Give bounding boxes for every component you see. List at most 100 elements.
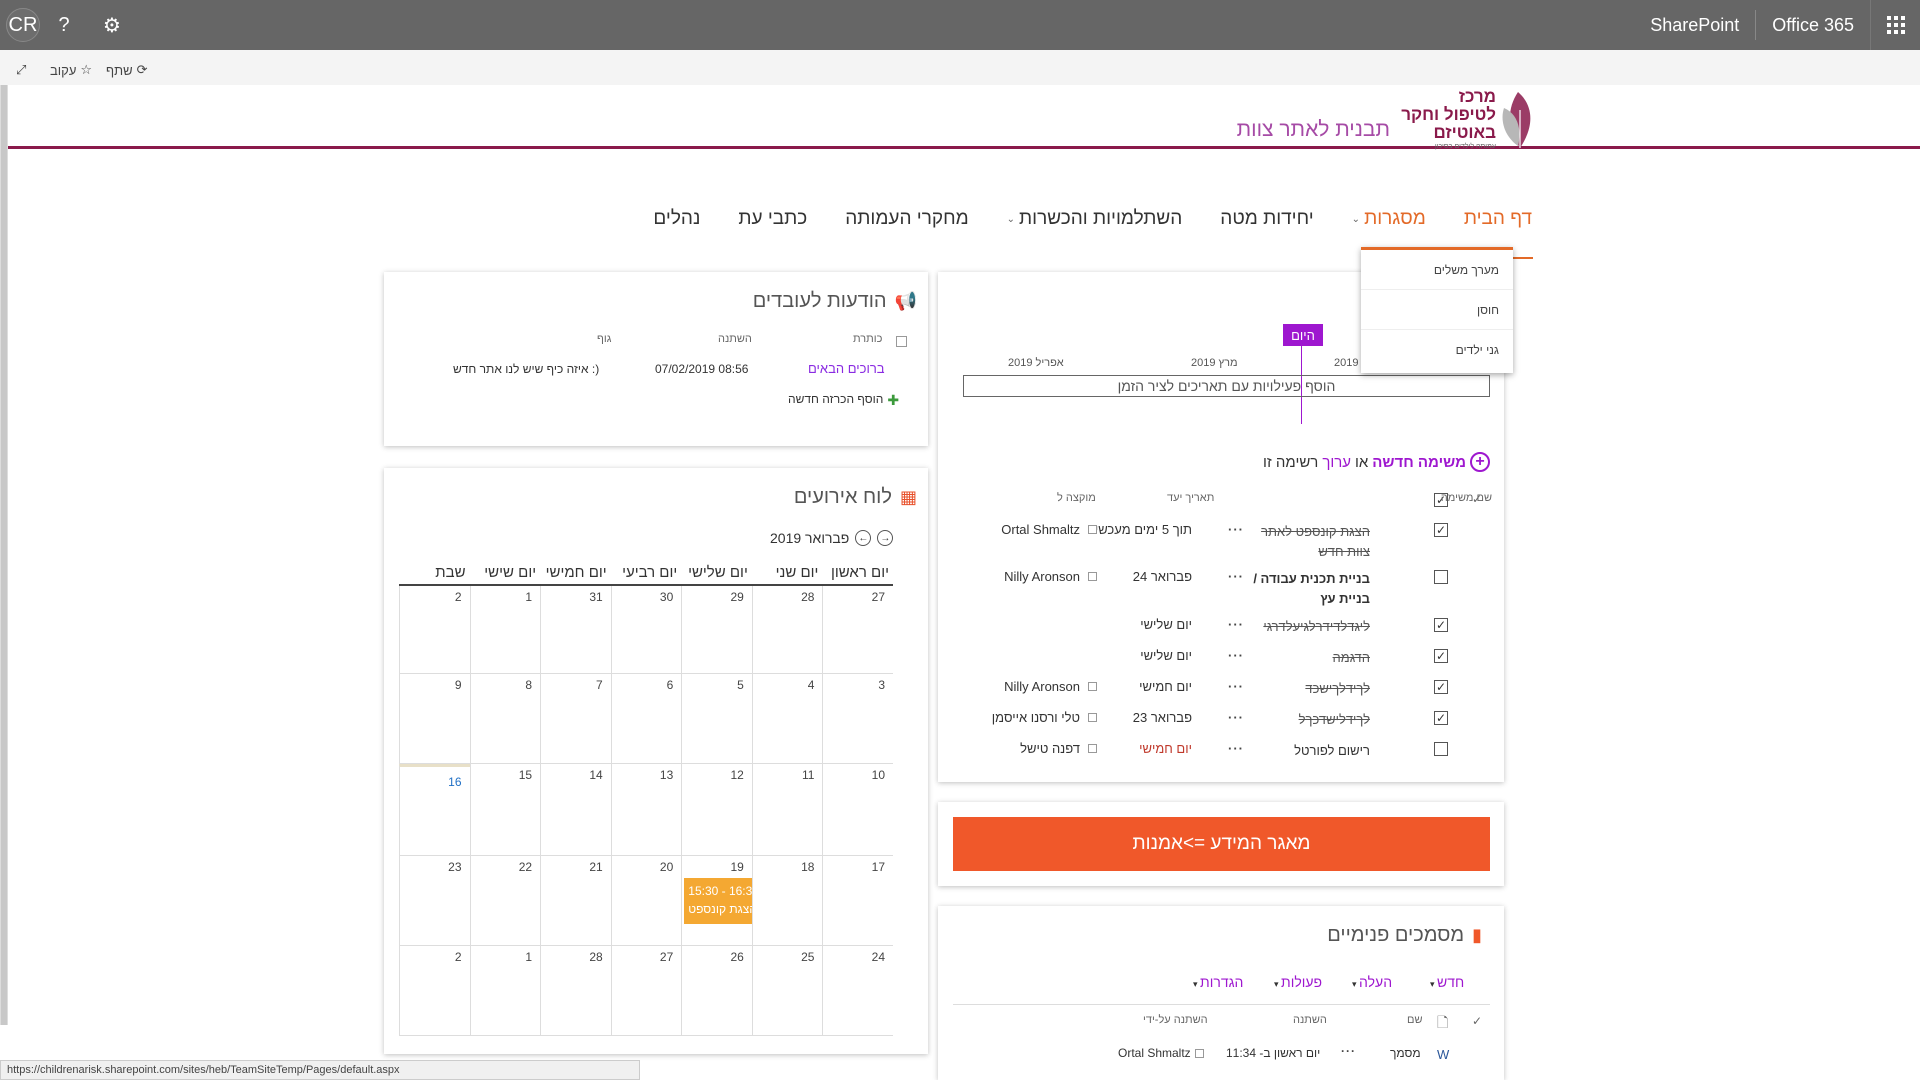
docs-select-all-icon[interactable]: ✓	[1472, 1014, 1482, 1028]
task-name[interactable]: ליגדלדידרלגיעלדרגי	[1250, 617, 1370, 637]
site-title[interactable]: תבנית לאתר צוות	[1190, 118, 1390, 142]
help-icon[interactable]: ?	[40, 0, 88, 50]
announcements-title[interactable]: 📢 הודעות לעובדים	[753, 290, 917, 313]
task-checkbox[interactable]: ✓	[1434, 680, 1448, 694]
task-assigned[interactable]: Nilly Aronson	[1004, 569, 1080, 584]
share-button[interactable]: שתף ⟳	[106, 62, 147, 78]
office365-link[interactable]: Office 365	[1756, 0, 1870, 50]
calendar-day-cell[interactable]: 6	[610, 674, 682, 764]
doc-name[interactable]: מסמך	[1390, 1046, 1421, 1060]
dropdown-item-resilience[interactable]: חוסן	[1361, 290, 1513, 330]
task-more-icon[interactable]: ···	[1228, 741, 1244, 756]
task-assigned[interactable]: Ortal Shmaltz	[1001, 522, 1080, 537]
nav-procedures[interactable]: נהלים	[653, 204, 700, 234]
calendar-day-cell[interactable]: 14	[540, 764, 611, 856]
calendar-day-cell[interactable]: 28	[751, 586, 823, 674]
task-checkbox[interactable]: ✓	[1434, 711, 1448, 725]
docs-header-modified-by[interactable]: השתנה על-ידי	[1143, 1014, 1208, 1026]
docs-header-modified[interactable]: השתנה	[1293, 1014, 1327, 1026]
nav-frameworks[interactable]: ⌄ מסגרות	[1352, 204, 1426, 234]
nav-hq-units[interactable]: יחידות מטה	[1220, 204, 1313, 234]
task-name[interactable]: הדגמה	[1250, 648, 1370, 668]
calendar-day-cell[interactable]: 31	[540, 586, 611, 674]
ann-header-modified[interactable]: השתנה	[718, 333, 752, 345]
page-scrollbar[interactable]	[0, 85, 8, 1025]
task-name[interactable]: רישום לפורטל	[1250, 741, 1370, 761]
task-assigned[interactable]: Nilly Aronson	[1004, 679, 1080, 694]
calendar-day-cell[interactable]: 2	[398, 946, 470, 1036]
dropdown-item-kindergartens[interactable]: גני ילדים	[1361, 330, 1513, 370]
sharepoint-link[interactable]: SharePoint	[1634, 0, 1755, 50]
gear-icon[interactable]: ⚙	[88, 0, 136, 50]
calendar-day-cell[interactable]: 22	[469, 856, 541, 946]
calendar-day-cell[interactable]: 30	[610, 586, 682, 674]
task-checkbox[interactable]	[1434, 570, 1448, 584]
task-assigned[interactable]: טלי ורסנו אייסמן	[992, 710, 1080, 725]
calendar-day-cell[interactable]: 20	[610, 856, 682, 946]
ann-select-all-checkbox[interactable]	[896, 336, 907, 347]
art-database-button[interactable]: מאגר המידע =>אמנות	[953, 817, 1490, 871]
timeline-placeholder[interactable]: הוסף פעילויות עם תאריכים לציר הזמן	[963, 375, 1490, 397]
follow-button[interactable]: עקוב ☆	[50, 62, 92, 78]
calendar-day-cell[interactable]: 29	[681, 586, 752, 674]
nav-journals[interactable]: כתבי עת	[738, 204, 807, 234]
task-checkbox[interactable]	[1434, 742, 1448, 756]
calendar-day-cell[interactable]: 24	[822, 946, 893, 1036]
calendar-day-cell[interactable]: 13	[610, 764, 682, 856]
calendar-day-cell[interactable]: 25	[751, 946, 823, 1036]
nav-training[interactable]: ⌄ השתלמויות והכשרות	[1007, 204, 1183, 234]
add-announcement-link[interactable]: ✚ הוסף הכרזה חדשה	[788, 392, 899, 409]
prev-month-icon[interactable]: ←	[855, 530, 872, 546]
nav-research[interactable]: מחקרי העמותה	[845, 204, 968, 234]
calendar-day-cell[interactable]: 12	[681, 764, 752, 856]
calendar-day-cell[interactable]: 11	[751, 764, 823, 856]
add-circle-icon[interactable]: +	[1470, 452, 1490, 472]
task-name[interactable]: הצגת קונספט לאתר צוות חדש	[1250, 522, 1370, 562]
calendar-day-cell[interactable]: 5	[681, 674, 752, 764]
task-name[interactable]: בניית תכנית עבודה / בניית עץ	[1250, 569, 1370, 609]
new-task-link[interactable]: משימה חדשה	[1372, 454, 1466, 471]
docs-header-name[interactable]: שם	[1407, 1014, 1423, 1026]
calendar-day-cell[interactable]: 3	[822, 674, 893, 764]
calendar-day-cell[interactable]: 4	[751, 674, 823, 764]
site-logo[interactable]: מרכז לטיפול וחקר באוטיזם עמותה לילדים בס…	[1398, 88, 1538, 154]
task-name[interactable]: לךידלךישכד	[1250, 679, 1370, 699]
calendar-day-cell[interactable]: 1	[469, 586, 541, 674]
ann-header-body[interactable]: גוף	[597, 333, 611, 345]
doc-modified-by[interactable]: Ortal Shmaltz	[1118, 1046, 1208, 1060]
doc-more-icon[interactable]: ···	[1341, 1044, 1356, 1058]
calendar-title[interactable]: ▦ לוח אירועים	[794, 486, 917, 509]
calendar-day-cell[interactable]: 23	[398, 856, 470, 946]
task-more-icon[interactable]: ···	[1228, 522, 1244, 537]
task-assigned[interactable]: דפנה טישל	[1020, 741, 1080, 756]
task-checkbox[interactable]: ✓	[1434, 618, 1448, 632]
calendar-day-cell[interactable]: 19 15:30 - 16:30 הצגת קונספט	[681, 856, 753, 946]
docs-title[interactable]: ▮ מסמכים פנימיים	[1327, 924, 1482, 947]
calendar-day-cell[interactable]: 17	[822, 856, 893, 946]
avatar[interactable]: CR	[6, 8, 40, 42]
docs-upload-button[interactable]: ▾ העלה	[1352, 974, 1392, 990]
focus-icon[interactable]: ⤢	[16, 62, 26, 78]
task-checkbox[interactable]: ✓	[1434, 649, 1448, 663]
dropdown-item-complementary[interactable]: מערך משלים	[1361, 250, 1513, 290]
header-due-date[interactable]: תאריך יעד	[1167, 492, 1214, 504]
calendar-day-cell[interactable]: 27	[822, 586, 893, 674]
task-more-icon[interactable]: ···	[1228, 679, 1244, 694]
docs-new-button[interactable]: ▾ חדש	[1430, 974, 1464, 990]
calendar-day-cell[interactable]: 10	[822, 764, 893, 856]
task-checkbox[interactable]: ✓	[1434, 523, 1448, 537]
calendar-day-cell[interactable]: 26	[681, 946, 752, 1036]
calendar-day-cell[interactable]: 1	[469, 946, 541, 1036]
calendar-day-cell[interactable]: 9	[398, 674, 470, 764]
task-more-icon[interactable]: ···	[1228, 569, 1244, 584]
app-launcher-icon[interactable]	[1870, 0, 1920, 50]
header-task-name[interactable]: שם משימה	[1441, 492, 1492, 504]
calendar-day-cell[interactable]: 2	[398, 586, 470, 674]
nav-home[interactable]: דף הבית	[1464, 204, 1532, 234]
edit-list-link[interactable]: ערוך	[1322, 454, 1351, 471]
calendar-day-cell[interactable]: 27	[610, 946, 682, 1036]
task-name[interactable]: לךידלישדכךל	[1250, 710, 1370, 730]
next-month-icon[interactable]: →	[877, 530, 894, 546]
task-more-icon[interactable]: ···	[1228, 648, 1244, 663]
calendar-day-cell[interactable]: 21	[540, 856, 611, 946]
